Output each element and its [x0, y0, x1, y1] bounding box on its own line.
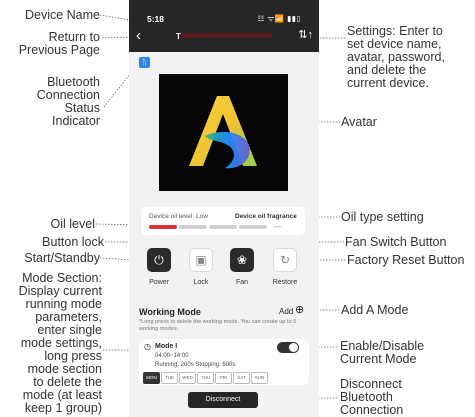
oil-level-segment — [209, 225, 237, 229]
annotation-disconnect: Disconnect Bluetooth Connection — [340, 378, 470, 417]
lock-button[interactable]: ▣ Lock — [185, 248, 217, 286]
oil-level-segment — [149, 225, 177, 229]
annotation-start-standby: Start/Standby — [2, 252, 100, 265]
fan-icon: ❀ — [230, 248, 254, 272]
status-time: 5:18 — [147, 14, 165, 24]
annotation-button-lock: Button lock — [2, 236, 104, 249]
redacted-device-name — [182, 33, 272, 38]
clock-icon: ◷ — [144, 342, 151, 351]
power-icon: ⏻ — [147, 248, 171, 272]
day-chip-thu[interactable]: THU — [197, 372, 214, 384]
oil-level-segment — [179, 225, 207, 229]
oil-level-label: Device oil level: Low — [149, 213, 208, 220]
annotation-add-mode: Add A Mode — [341, 304, 461, 317]
restore-label: Restore — [272, 279, 298, 286]
annotation-text: Factory Reset Button — [347, 253, 465, 267]
annotation-settings: Settings: Enter to set device name, avat… — [347, 25, 473, 90]
annotation-text: Oil level — [50, 217, 95, 231]
oil-type-label[interactable]: Device oil fragrance — [235, 213, 297, 220]
mode-name: Mode I — [155, 343, 178, 350]
annotation-oil-level: Oil level — [2, 218, 95, 231]
lock-icon: ▣ — [189, 248, 213, 272]
toggle-knob — [289, 343, 298, 352]
settings-sliders-icon[interactable]: ⇅↑ — [298, 29, 313, 41]
back-arrow-icon[interactable]: ‹ — [136, 28, 141, 43]
annotation-text: Button lock — [42, 235, 104, 249]
annotation-text: keep 1 group) — [24, 401, 102, 415]
fan-button[interactable]: ❀ Fan — [226, 248, 258, 286]
annotation-text: Oil type setting — [341, 210, 424, 224]
mode-running-stopping: Running: 200s Stopping: 600s — [155, 362, 236, 368]
annotation-oil-type: Oil type setting — [341, 211, 473, 224]
annotation-text: Indicator — [52, 114, 100, 128]
working-mode-title: Working Mode — [139, 307, 201, 317]
device-name-title: T — [176, 32, 181, 41]
annotation-text: Avatar — [341, 115, 377, 129]
restore-button[interactable]: ↻ Restore — [269, 248, 301, 286]
annotation-bluetooth: Bluetooth Connection Status Indicator — [2, 76, 100, 128]
annotation-text: Connection — [340, 403, 404, 417]
mode-enable-toggle[interactable] — [277, 342, 299, 353]
oil-level-segment — [239, 225, 267, 229]
bluetooth-icon: ᚢ — [139, 57, 150, 68]
day-chip-fri[interactable]: FRI — [215, 372, 232, 384]
phone-screen: 5:18 ☷ ᯤ📶 ▮▮▯ ‹ T ⇅↑ ᚢ Device oil level:… — [129, 0, 319, 417]
restore-icon: ↻ — [273, 248, 297, 272]
annotation-text: Device Name — [24, 8, 100, 22]
day-chip-sat[interactable]: SAT — [233, 372, 250, 384]
day-chip-sun[interactable]: SUN — [251, 372, 268, 384]
add-mode-icon[interactable]: ⊕ — [295, 305, 304, 316]
day-chip-tue[interactable]: TUE — [161, 372, 178, 384]
device-avatar[interactable] — [159, 74, 288, 191]
oil-level-value: Low — [195, 213, 208, 220]
add-mode-label[interactable]: Add — [279, 307, 293, 316]
avatar-logo-icon — [189, 96, 257, 169]
annotation-device-name: Device Name — [2, 9, 100, 22]
oil-card: Device oil level: Low Device oil fragran… — [141, 207, 305, 235]
status-icons: ☷ ᯤ📶 ▮▮▯ — [257, 14, 301, 23]
top-bar: 5:18 ☷ ᯤ📶 ▮▮▯ ‹ T ⇅↑ — [129, 0, 319, 52]
annotation-enable-disable: Enable/Disable Current Mode — [340, 340, 470, 366]
annotation-text: Current Mode — [340, 352, 417, 366]
annotation-text: current device. — [347, 76, 429, 90]
lock-label: Lock — [193, 279, 209, 286]
fan-label: Fan — [235, 279, 249, 286]
oil-level-caption: Device oil level: — [149, 213, 195, 220]
working-mode-hint: *Long press to delete the working mode. … — [139, 319, 297, 332]
annotation-text: Add A Mode — [341, 303, 409, 317]
annotation-avatar: Avatar — [341, 116, 461, 129]
annotation-factory-reset: Factory Reset Button — [347, 254, 473, 267]
mode-time-range: 04:00~14:00 — [155, 353, 189, 359]
mode-card[interactable]: ◷ Mode I 04:00~14:00 Running: 200s Stopp… — [139, 339, 309, 385]
oil-type-value: --- — [274, 224, 281, 231]
power-label: Power — [149, 279, 169, 286]
annotation-fan-switch: Fan Switch Button — [345, 236, 473, 249]
annotation-text: Start/Standby — [24, 251, 100, 265]
power-button[interactable]: ⏻ Power — [143, 248, 175, 286]
disconnect-button[interactable]: Disconnect — [188, 392, 258, 408]
day-chip-mon[interactable]: MON — [143, 372, 160, 384]
annotation-text: Fan Switch Button — [345, 235, 447, 249]
annotation-text: Previous Page — [18, 43, 100, 57]
annotation-mode-section: Mode Section: Display current running mo… — [0, 272, 102, 415]
annotation-return: Return to Previous Page — [2, 31, 100, 57]
day-chip-wed[interactable]: WED — [179, 372, 196, 384]
